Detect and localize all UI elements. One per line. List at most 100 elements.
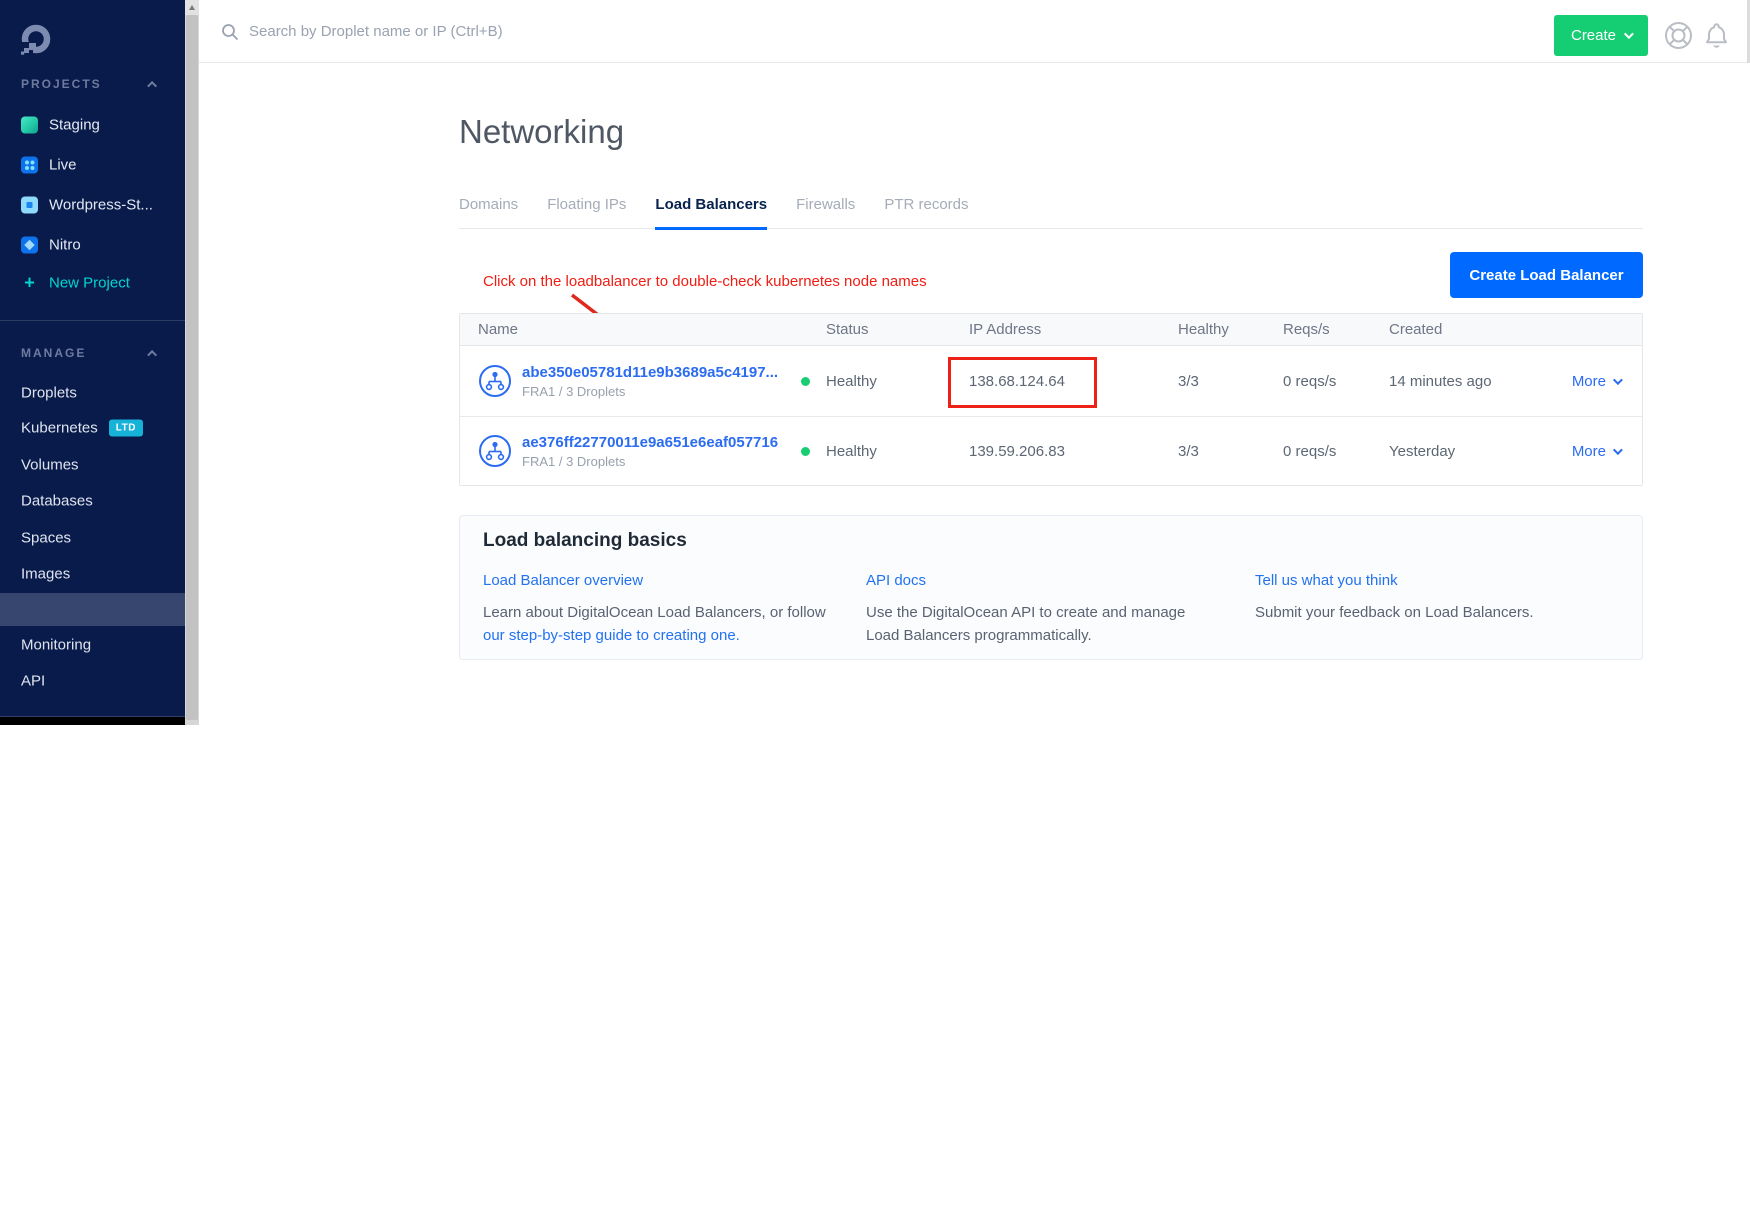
sidebar-item-label: Nitro	[49, 237, 81, 254]
projects-collapse-chevron[interactable]	[150, 75, 157, 93]
tab-firewalls[interactable]: Firewalls	[796, 196, 855, 228]
sidebar-item-label: Spaces	[21, 530, 71, 547]
basics-title: Load balancing basics	[483, 530, 687, 552]
tab-floating-ips[interactable]: Floating IPs	[547, 196, 626, 228]
col-header-name: Name	[478, 321, 801, 338]
sidebar-bottom-strip	[0, 717, 185, 725]
create-load-balancer-button[interactable]: Create Load Balancer	[1450, 252, 1643, 298]
load-balancer-name-link[interactable]: ae376ff22770011e9a651e6eaf057716	[522, 434, 778, 451]
ltd-badge: LTD	[109, 420, 143, 437]
chevron-down-icon	[1613, 375, 1623, 385]
tab-bar: Domains Floating IPs Load Balancers Fire…	[459, 196, 1643, 229]
status-text: Healthy	[826, 373, 877, 390]
sidebar-item-nitro[interactable]: Nitro	[21, 237, 81, 254]
healthy-count: 3/3	[1178, 443, 1283, 460]
main-content: Networking Domains Floating IPs Load Bal…	[199, 63, 1750, 725]
sidebar-item-label: Droplets	[21, 385, 77, 402]
search-input[interactable]	[249, 23, 749, 40]
sidebar-divider	[0, 320, 185, 321]
sidebar-item-label: Networking	[21, 1194, 103, 1211]
col-header-created: Created	[1389, 321, 1569, 338]
sidebar-item-label: Databases	[21, 493, 93, 510]
sidebar-scrollbar[interactable]	[185, 0, 199, 725]
annotation-highlight-box	[948, 357, 1097, 408]
col-header-healthy: Healthy	[1178, 321, 1283, 338]
page-title: Networking	[459, 113, 624, 151]
feedback-link[interactable]: Tell us what you think	[1255, 569, 1398, 592]
table-row[interactable]: ae376ff22770011e9a651e6eaf057716 FRA1 / …	[460, 416, 1642, 485]
load-balancer-region: FRA1 / 3 Droplets	[522, 384, 778, 399]
sidebar-item-droplets[interactable]: Droplets	[21, 385, 77, 402]
step-by-step-guide-link[interactable]: our step-by-step guide to creating one.	[483, 624, 740, 647]
more-label: More	[1572, 373, 1606, 390]
healthy-count: 3/3	[1178, 373, 1283, 390]
sidebar-item-databases[interactable]: Databases	[21, 493, 93, 510]
tab-domains[interactable]: Domains	[459, 196, 518, 228]
sidebar-item-label: API	[21, 673, 45, 690]
load-balancing-basics-panel: Load balancing basics Load Balancer over…	[459, 515, 1643, 660]
sidebar-item-label: Kubernetes	[21, 420, 98, 437]
new-project-label: New Project	[49, 275, 130, 292]
basics-text: Learn about DigitalOcean Load Balancers,…	[483, 604, 826, 621]
load-balancer-overview-link[interactable]: Load Balancer overview	[483, 569, 643, 592]
create-button[interactable]: Create	[1554, 15, 1648, 56]
sidebar-item-monitoring[interactable]: Monitoring	[21, 637, 91, 654]
sidebar-item-spaces[interactable]: Spaces	[21, 530, 71, 547]
load-balancer-region: FRA1 / 3 Droplets	[522, 454, 778, 469]
scrollbar-thumb[interactable]	[186, 15, 198, 720]
ip-address: 139.59.206.83	[969, 443, 1178, 460]
load-balancer-icon	[478, 434, 512, 468]
status-text: Healthy	[826, 443, 877, 460]
digitalocean-logo[interactable]	[20, 24, 52, 56]
sidebar-item-volumes[interactable]: Volumes	[21, 457, 79, 474]
chevron-down-icon	[1624, 29, 1634, 39]
tab-load-balancers[interactable]: Load Balancers	[655, 196, 767, 230]
col-header-ip: IP Address	[969, 321, 1178, 338]
new-project-button[interactable]: + New Project	[21, 273, 130, 294]
topbar: Create	[199, 0, 1750, 63]
sidebar-item-images[interactable]: Images	[21, 566, 70, 583]
load-balancer-icon	[478, 364, 512, 398]
help-lifering-icon[interactable]	[1664, 21, 1693, 50]
more-label: More	[1572, 443, 1606, 460]
sidebar-item-label: Staging	[49, 117, 100, 134]
notifications-bell-icon[interactable]	[1702, 21, 1731, 50]
reqs-per-sec: 0 reqs/s	[1283, 443, 1389, 460]
scrollbar-up-button[interactable]	[185, 0, 199, 15]
manage-collapse-chevron[interactable]	[150, 344, 157, 362]
load-balancer-name-link[interactable]: abe350e05781d11e9b3689a5c4197...	[522, 364, 778, 381]
col-header-status: Status	[801, 321, 969, 338]
sidebar-item-label: Live	[49, 157, 77, 174]
created-time: Yesterday	[1389, 443, 1569, 460]
sidebar-item-staging[interactable]: Staging	[21, 117, 100, 134]
reqs-per-sec: 0 reqs/s	[1283, 373, 1389, 390]
sidebar-item-label: Wordpress-St...	[49, 197, 153, 214]
sidebar-item-label: Volumes	[21, 457, 79, 474]
api-docs-link[interactable]: API docs	[866, 569, 926, 592]
nitro-project-icon	[21, 237, 38, 254]
manage-header: MANAGE	[21, 346, 86, 360]
annotation-text: Click on the loadbalancer to double-chec…	[483, 273, 927, 290]
sidebar-item-label: Monitoring	[21, 637, 91, 654]
sidebar-item-kubernetes[interactable]: Kubernetes LTD	[21, 420, 143, 437]
staging-project-icon	[21, 117, 38, 134]
create-button-label: Create	[1571, 27, 1616, 44]
basics-text: Submit your feedback on Load Balancers.	[1255, 604, 1534, 621]
sidebar-item-networking[interactable]: Networking	[0, 593, 185, 626]
scroll-up-arrow-icon	[189, 5, 195, 10]
more-menu-button[interactable]: More	[1572, 373, 1620, 390]
sidebar-item-wordpress[interactable]: Wordpress-St...	[21, 197, 153, 214]
col-header-reqs: Reqs/s	[1283, 321, 1389, 338]
plus-icon: +	[21, 273, 38, 294]
basics-text: Use the DigitalOcean API to create and m…	[866, 604, 1185, 644]
wordpress-project-icon	[21, 197, 38, 214]
sidebar-item-live[interactable]: Live	[21, 157, 77, 174]
healthy-status-dot	[801, 377, 810, 386]
healthy-status-dot	[801, 447, 810, 456]
sidebar-item-api[interactable]: API	[21, 673, 45, 690]
projects-header: PROJECTS	[21, 77, 102, 91]
more-menu-button[interactable]: More	[1572, 443, 1620, 460]
sidebar-item-label: Images	[21, 566, 70, 583]
tab-ptr-records[interactable]: PTR records	[884, 196, 968, 228]
chevron-down-icon	[1613, 445, 1623, 455]
